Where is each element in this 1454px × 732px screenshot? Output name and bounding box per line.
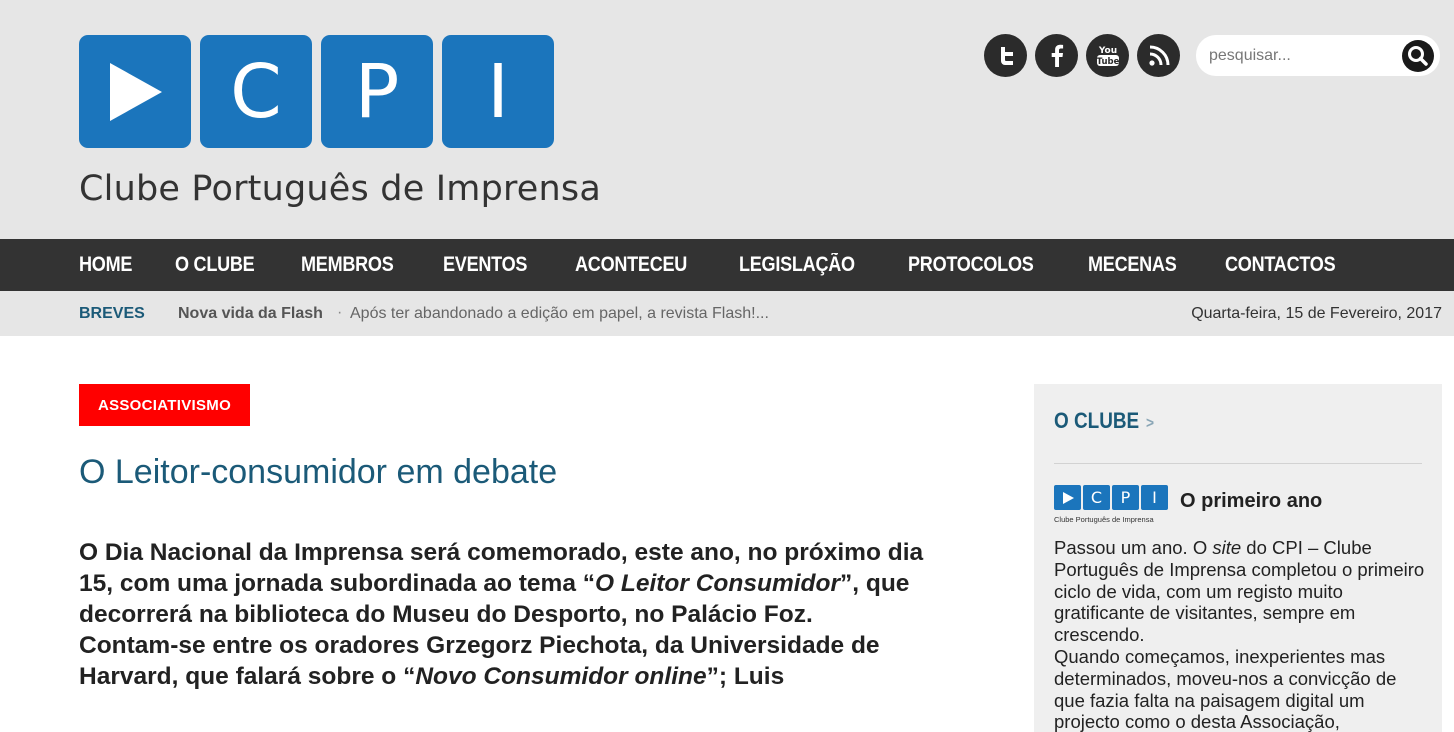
facebook-icon[interactable] <box>1035 34 1078 77</box>
sidebar-post-text: Passou um ano. O site do CPI – Clube Por… <box>1054 537 1425 732</box>
post-thumbnail-logo[interactable]: C P I Clube Português de Imprensa <box>1054 485 1168 524</box>
search-icon <box>1408 46 1428 66</box>
site-header: C P I Clube Português de Imprensa You Tu… <box>0 0 1454 239</box>
nav-item-membros[interactable]: MEMBROS <box>301 253 394 277</box>
nav-item-aconteceu[interactable]: ACONTECEU <box>575 253 687 277</box>
logo-letter-c: C <box>200 35 312 148</box>
article-body: O Dia Nacional da Imprensa será comemora… <box>79 537 949 692</box>
rss-icon[interactable] <box>1137 34 1180 77</box>
mini-logo-letter: I <box>1141 485 1168 510</box>
sidebar-post-title[interactable]: O primeiro ano <box>1180 490 1322 513</box>
search-input[interactable] <box>1209 35 1399 76</box>
nav-item-protocolos[interactable]: PROTOCOLOS <box>908 253 1034 277</box>
ticker-separator: · <box>337 304 343 321</box>
social-links: You Tube <box>984 34 1180 77</box>
chevron-right-icon: > <box>1146 415 1155 432</box>
nav-item-eventos[interactable]: EVENTOS <box>443 253 527 277</box>
nav-item-contactos[interactable]: CONTACTOS <box>1225 253 1336 277</box>
sidebar: O CLUBE > C P I Clube Português de Impren… <box>1034 384 1442 732</box>
twitter-icon[interactable] <box>984 34 1027 77</box>
logo-tiles: C P I <box>79 35 559 148</box>
ticker-headline[interactable]: Nova vida da Flash <box>178 305 323 323</box>
nav-item-legislacao[interactable]: LEGISLAÇÃO <box>739 253 855 277</box>
logo-subtitle: Clube Português de Imprensa <box>79 169 602 209</box>
article-title: O Leitor-consumidor em debate <box>79 453 558 491</box>
nav-item-home[interactable]: HOME <box>79 253 132 277</box>
youtube-icon[interactable]: You Tube <box>1086 34 1129 77</box>
logo-letter-i: I <box>442 35 554 148</box>
sidebar-heading[interactable]: O CLUBE > <box>1054 408 1154 434</box>
category-tag[interactable]: ASSOCIATIVISMO <box>79 384 250 426</box>
ticker-label: BREVES <box>79 305 145 322</box>
play-icon <box>1054 485 1081 510</box>
nav-item-o-clube[interactable]: O CLUBE <box>175 253 255 277</box>
current-date: Quarta-feira, 15 de Fevereiro, 2017 <box>1191 305 1442 322</box>
nav-item-mecenas[interactable]: MECENAS <box>1088 253 1177 277</box>
mini-logo-letter: C <box>1083 485 1110 510</box>
article-paragraph: O Dia Nacional da Imprensa será comemora… <box>79 539 924 628</box>
mini-logo-letter: P <box>1112 485 1139 510</box>
article-paragraph: Contam-se entre os oradores Grzegorz Pie… <box>79 632 880 690</box>
search-box <box>1196 35 1440 76</box>
main-nav: HOME O CLUBE MEMBROS EVENTOS ACONTECEU L… <box>0 239 1454 291</box>
mini-logo-subtitle: Clube Português de Imprensa <box>1054 515 1154 524</box>
ticker-excerpt[interactable]: Após ter abandonado a edição em papel, a… <box>350 305 769 323</box>
divider <box>1054 463 1422 464</box>
logo-letter-p: P <box>321 35 433 148</box>
svg-text:You: You <box>1097 46 1116 56</box>
play-icon <box>79 35 191 148</box>
search-button[interactable] <box>1402 40 1434 72</box>
news-ticker: BREVES Nova vida da Flash · Após ter aba… <box>0 291 1454 336</box>
site-logo[interactable]: C P I Clube Português de Imprensa <box>79 35 602 215</box>
svg-text:Tube: Tube <box>1096 57 1119 67</box>
